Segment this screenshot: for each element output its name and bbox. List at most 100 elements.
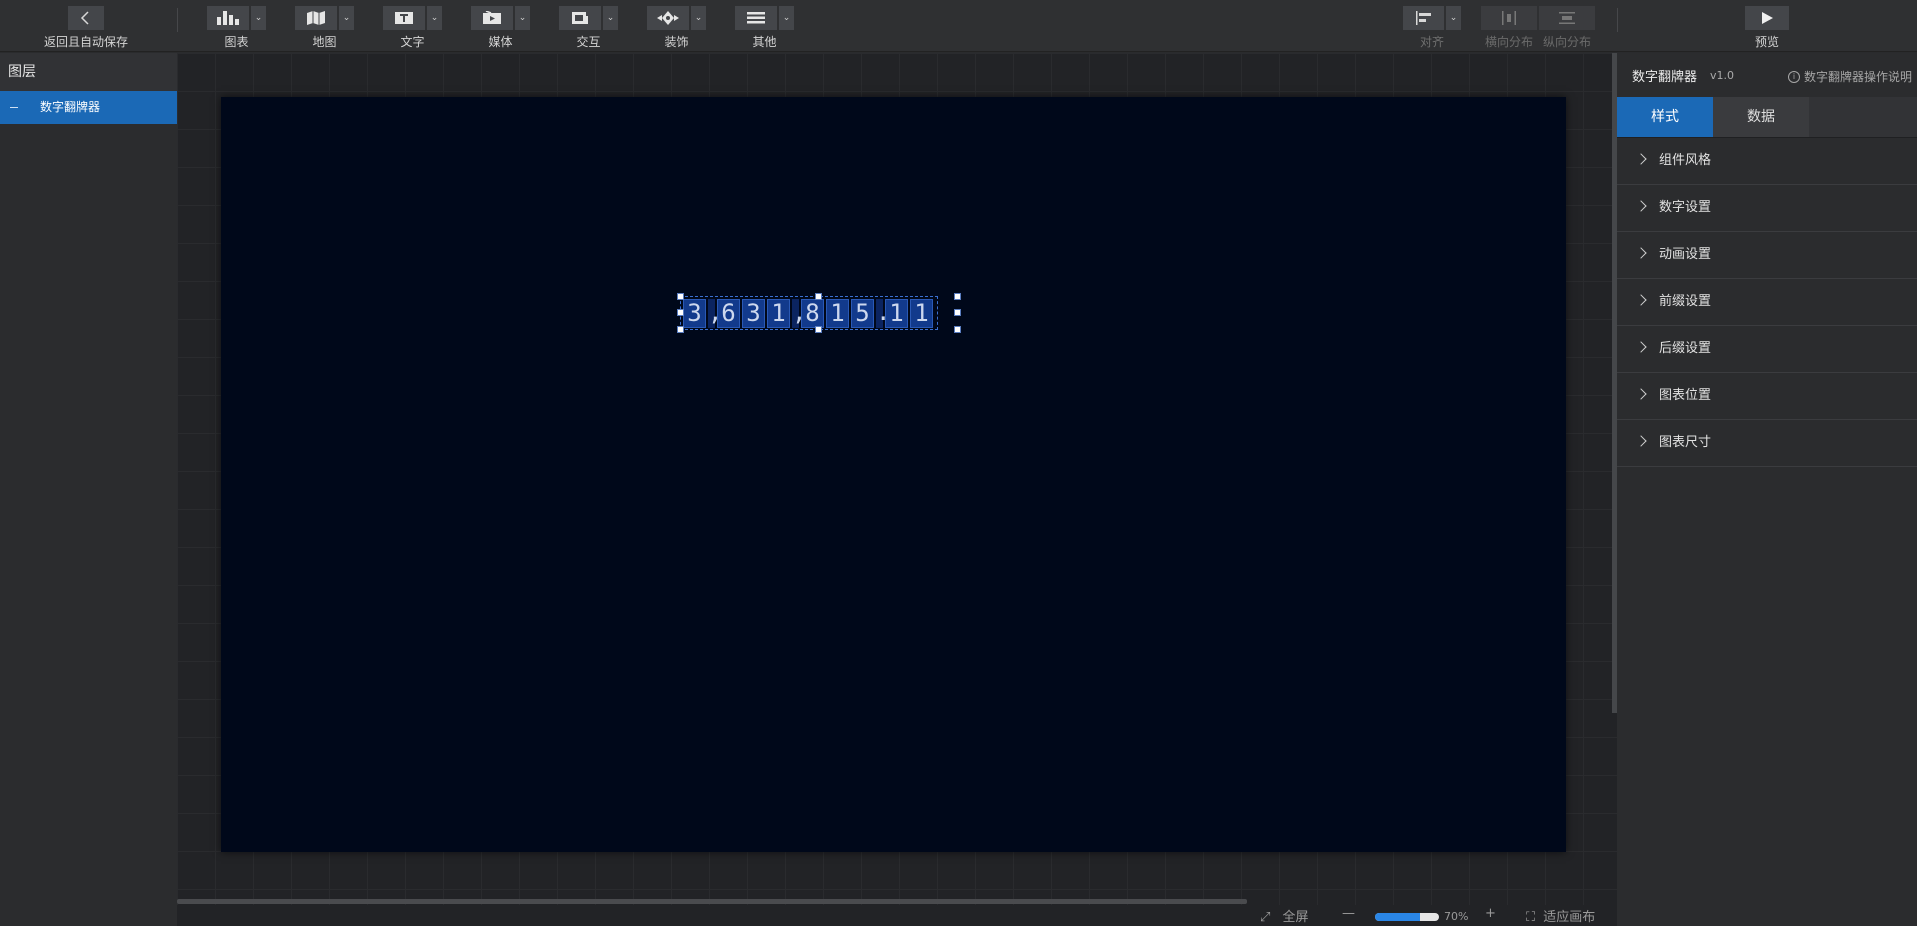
chevron-down-icon[interactable]: ⌄ bbox=[779, 6, 794, 30]
chevron-right-icon bbox=[1635, 200, 1647, 212]
fullscreen-button[interactable]: ⤢ 全屏 bbox=[1260, 906, 1309, 925]
fit-canvas-button[interactable]: ⛶ 适应画布 bbox=[1526, 906, 1595, 925]
layer-panel: 图层 数字翻牌器 bbox=[0, 53, 177, 926]
top-toolbar: 返回且自动保存 ⌄ 图表 ⌄ 地图 ⌄ 文字 ⌄ 媒体 ⌄ 交互 ⌄ 装饰 ⌄ … bbox=[0, 0, 1917, 52]
zoom-slider-fill bbox=[1375, 913, 1420, 921]
flipper-digit: 1 bbox=[910, 298, 933, 328]
align-label: 对齐 bbox=[1419, 35, 1444, 49]
property-panel-header: 数字翻牌器 v1.0 i 数字翻牌器操作说明 bbox=[1617, 53, 1917, 97]
section-label: 数字设置 bbox=[1659, 200, 1712, 215]
back-save-label: 返回且自动保存 bbox=[44, 35, 129, 49]
flipper-digit: 1 bbox=[885, 298, 908, 328]
resize-handle[interactable] bbox=[677, 326, 684, 333]
chevron-down-icon[interactable]: ⌄ bbox=[1446, 6, 1461, 30]
resize-handle[interactable] bbox=[815, 293, 822, 300]
tool-text[interactable]: ⌄ 文字 bbox=[383, 6, 442, 49]
toolbar-divider bbox=[177, 8, 178, 32]
tool-media[interactable]: ⌄ 媒体 bbox=[471, 6, 530, 49]
canvas-area[interactable]: 3,631,815.11 bbox=[177, 53, 1617, 905]
align-tool[interactable]: ⌄ 对齐 bbox=[1403, 6, 1461, 49]
resize-handle[interactable] bbox=[677, 293, 684, 300]
chevron-down-icon[interactable]: ⌄ bbox=[339, 6, 354, 30]
map-icon bbox=[295, 6, 337, 30]
interaction-icon bbox=[559, 6, 601, 30]
section-row[interactable]: 前缀设置 bbox=[1617, 279, 1917, 326]
chevron-down-icon[interactable]: ⌄ bbox=[427, 6, 442, 30]
tool-media-label: 媒体 bbox=[488, 35, 513, 49]
tab-data[interactable]: 数据 bbox=[1713, 97, 1809, 137]
fit-canvas-icon: ⛶ bbox=[1526, 910, 1536, 925]
preview-button[interactable]: 预览 bbox=[1745, 6, 1789, 49]
toolbar-divider bbox=[1617, 8, 1618, 32]
resize-handle[interactable] bbox=[954, 309, 961, 316]
chevron-down-icon[interactable]: ⌄ bbox=[603, 6, 618, 30]
tab-style[interactable]: 样式 bbox=[1617, 97, 1713, 137]
distribute-vertical-icon bbox=[1539, 6, 1595, 30]
zoom-value: 70% bbox=[1444, 910, 1469, 923]
layer-item-number-flipper[interactable]: 数字翻牌器 bbox=[0, 91, 177, 124]
screen-canvas[interactable]: 3,631,815.11 bbox=[221, 97, 1566, 852]
resize-handle[interactable] bbox=[954, 293, 961, 300]
fullscreen-label: 全屏 bbox=[1282, 910, 1309, 925]
property-sections: 组件风格数字设置动画设置前缀设置后缀设置图表位置图表尺寸 bbox=[1617, 137, 1917, 467]
component-version: v1.0 bbox=[1710, 69, 1735, 82]
tool-map-label: 地图 bbox=[312, 35, 337, 49]
layer-item-label: 数字翻牌器 bbox=[40, 100, 101, 114]
component-title: 数字翻牌器 bbox=[1632, 70, 1698, 85]
section-label: 后缀设置 bbox=[1659, 341, 1712, 356]
flipper-digit: 3 bbox=[742, 298, 765, 328]
flipper-separator: , bbox=[708, 297, 723, 328]
tool-interaction[interactable]: ⌄ 交互 bbox=[559, 6, 618, 49]
tool-other-label: 其他 bbox=[752, 35, 777, 49]
layer-item-dash-icon bbox=[10, 107, 18, 108]
chevron-down-icon[interactable]: ⌄ bbox=[691, 6, 706, 30]
other-icon bbox=[735, 6, 777, 30]
section-row[interactable]: 图表尺寸 bbox=[1617, 420, 1917, 467]
vertical-distribute-label: 纵向分布 bbox=[1542, 35, 1591, 49]
fullscreen-icon: ⤢ bbox=[1260, 910, 1271, 925]
chevron-down-icon[interactable]: ⌄ bbox=[251, 6, 266, 30]
section-label: 组件风格 bbox=[1659, 153, 1712, 168]
chevron-down-icon[interactable]: ⌄ bbox=[515, 6, 530, 30]
back-save-button[interactable]: 返回且自动保存 bbox=[44, 6, 129, 49]
flipper-digit: 3 bbox=[683, 298, 706, 328]
section-row[interactable]: 数字设置 bbox=[1617, 185, 1917, 232]
horizontal-distribute-tool[interactable]: 横向分布 bbox=[1481, 6, 1537, 49]
chevron-right-icon bbox=[1635, 435, 1647, 447]
section-label: 前缀设置 bbox=[1659, 294, 1712, 309]
zoom-in-button[interactable]: + bbox=[1485, 906, 1496, 921]
tool-decoration-label: 装饰 bbox=[664, 35, 689, 49]
vertical-distribute-tool[interactable]: 纵向分布 bbox=[1539, 6, 1595, 49]
zoom-slider[interactable] bbox=[1375, 913, 1439, 921]
text-icon bbox=[383, 6, 425, 30]
section-label: 动画设置 bbox=[1659, 247, 1712, 262]
help-link[interactable]: i 数字翻牌器操作说明 bbox=[1787, 68, 1912, 85]
chevron-right-icon bbox=[1635, 341, 1647, 353]
resize-handle[interactable] bbox=[815, 326, 822, 333]
section-row[interactable]: 图表位置 bbox=[1617, 373, 1917, 420]
property-panel: 数字翻牌器 v1.0 i 数字翻牌器操作说明 样式 数据 组件风格数字设置动画设… bbox=[1617, 53, 1917, 926]
tool-text-label: 文字 bbox=[400, 35, 425, 49]
chevron-right-icon bbox=[1635, 247, 1647, 259]
flipper-digit: 5 bbox=[851, 298, 874, 328]
fit-canvas-label: 适应画布 bbox=[1543, 910, 1596, 925]
tool-interaction-label: 交互 bbox=[576, 35, 601, 49]
resize-handle[interactable] bbox=[677, 309, 684, 316]
tool-map[interactable]: ⌄ 地图 bbox=[295, 6, 354, 49]
tool-other[interactable]: ⌄ 其他 bbox=[735, 6, 794, 49]
section-label: 图表尺寸 bbox=[1659, 435, 1712, 450]
section-row[interactable]: 动画设置 bbox=[1617, 232, 1917, 279]
resize-handle[interactable] bbox=[954, 326, 961, 333]
section-row[interactable]: 组件风格 bbox=[1617, 138, 1917, 185]
layer-panel-title: 图层 bbox=[0, 53, 177, 91]
number-flipper-widget[interactable]: 3,631,815.11 bbox=[680, 296, 938, 330]
tool-decoration[interactable]: ⌄ 装饰 bbox=[647, 6, 706, 49]
section-row[interactable]: 后缀设置 bbox=[1617, 326, 1917, 373]
preview-label: 预览 bbox=[1754, 35, 1779, 49]
flipper-digit: 8 bbox=[801, 298, 824, 328]
horizontal-scrollbar[interactable] bbox=[177, 899, 1247, 904]
tool-chart[interactable]: ⌄ 图表 bbox=[207, 6, 266, 49]
media-icon bbox=[471, 6, 513, 30]
zoom-out-button[interactable]: — bbox=[1342, 906, 1355, 921]
distribute-horizontal-icon bbox=[1481, 6, 1537, 30]
